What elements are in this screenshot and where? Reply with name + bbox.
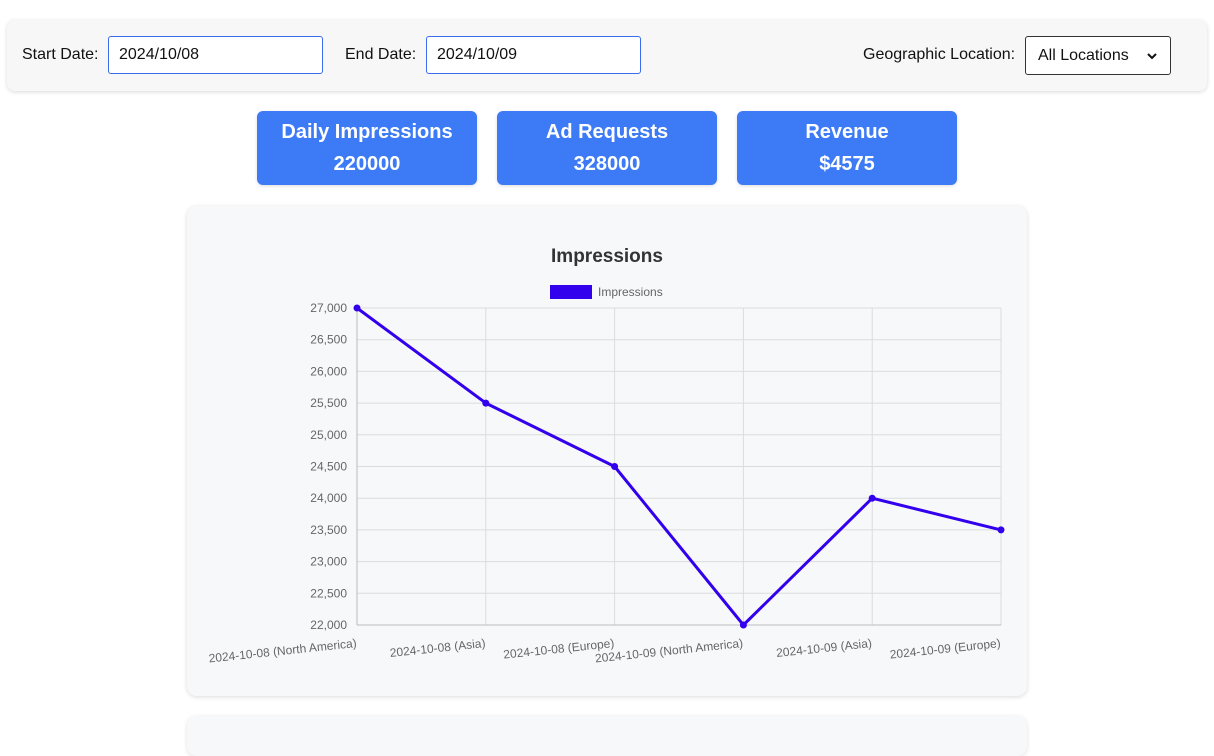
kpi-value: $4575	[819, 153, 875, 175]
y-tick-label: 24,000	[310, 491, 347, 505]
data-point	[868, 494, 876, 502]
filter-bar: Start Date: End Date: Geographic Locatio…	[7, 20, 1207, 91]
impressions-chart: Impressions Impressions 27,000 26,500 26,000…	[208, 246, 1005, 666]
kpi-title: Ad Requests	[545, 121, 669, 143]
y-tick-label: 23,000	[310, 555, 347, 569]
data-point	[353, 304, 361, 312]
x-tick-label: 2024-10-09 (Europe)	[889, 636, 1001, 662]
kpi-value: 328000	[573, 153, 641, 175]
y-tick-label: 25,000	[310, 428, 347, 442]
y-tick-label: 22,000	[310, 618, 347, 632]
impressions-chart-card: Impressions Impressions 27,000 26,500 26,000…	[187, 206, 1027, 696]
secondary-chart-card	[187, 716, 1027, 756]
x-tick-label: 2024-10-08 (Asia)	[389, 636, 486, 660]
kpi-title: Revenue	[805, 121, 889, 143]
legend-swatch	[550, 285, 592, 299]
data-point	[482, 399, 490, 407]
start-date-label: Start Date:	[22, 46, 99, 63]
x-tick-label: 2024-10-09 (North America)	[594, 636, 743, 665]
end-date-label: End Date:	[345, 46, 417, 63]
chevron-down-icon	[1147, 52, 1157, 59]
kpi-ad-requests: Ad Requests 328000	[497, 111, 717, 185]
y-tick-label: 22,500	[310, 586, 347, 600]
location-select[interactable]: All Locations	[1025, 36, 1171, 75]
y-tick-label: 23,500	[310, 523, 347, 537]
kpi-daily-impressions: Daily Impressions 220000	[257, 111, 477, 185]
y-tick-label: 25,500	[310, 396, 347, 410]
start-date-input[interactable]	[108, 36, 323, 74]
legend-label: Impressions	[598, 285, 663, 299]
y-tick-label: 26,000	[310, 364, 347, 378]
data-point	[739, 621, 747, 629]
location-selected-value: All Locations	[1038, 46, 1129, 64]
y-tick-label: 24,500	[310, 460, 347, 474]
location-label: Geographic Location:	[863, 46, 1016, 63]
x-tick-label: 2024-10-09 (Asia)	[776, 636, 873, 660]
x-tick-label: 2024-10-08 (North America)	[208, 636, 357, 665]
data-point	[997, 526, 1005, 534]
y-tick-label: 26,500	[310, 333, 347, 347]
y-tick-label: 27,000	[310, 301, 347, 315]
kpi-value: 220000	[333, 153, 401, 175]
kpi-title: Daily Impressions	[281, 121, 453, 143]
chart-title: Impressions	[551, 246, 663, 267]
kpi-revenue: Revenue $4575	[737, 111, 957, 185]
end-date-input[interactable]	[426, 36, 641, 74]
data-point	[611, 463, 619, 470]
